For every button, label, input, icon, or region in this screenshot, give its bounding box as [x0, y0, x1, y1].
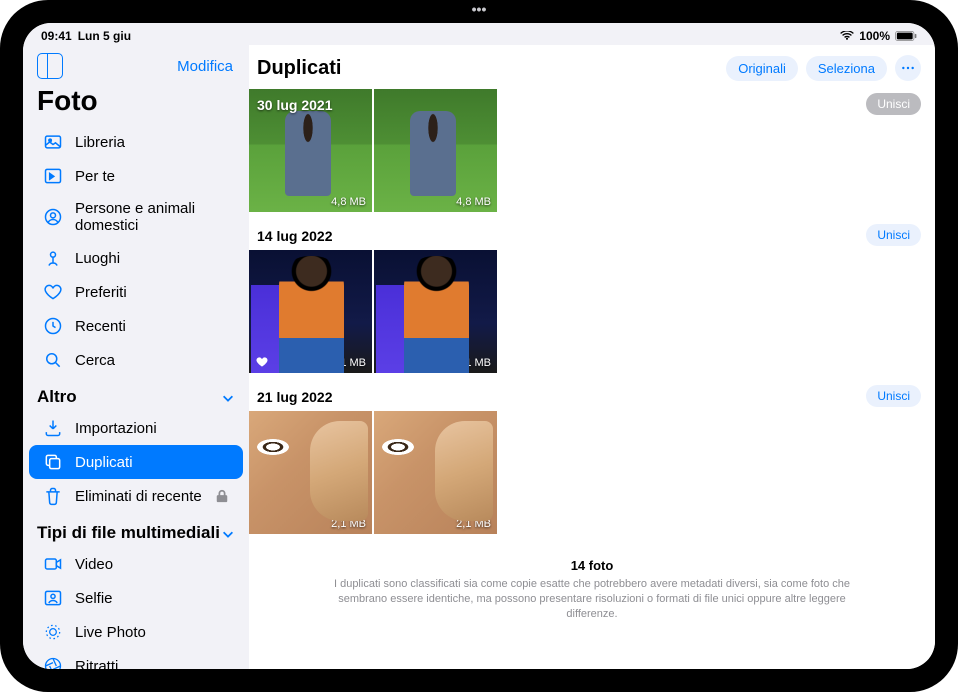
photo-library-icon [43, 132, 63, 152]
sidebar-item-video[interactable]: Video [29, 547, 243, 581]
sidebar-item-search[interactable]: Cerca [29, 343, 243, 377]
sidebar-item-label: Ritratti [75, 658, 118, 670]
for-you-icon [43, 166, 63, 186]
sidebar-item-selfie[interactable]: Selfie [29, 581, 243, 615]
merge-button[interactable]: Unisci [866, 93, 921, 115]
section-label: Altro [37, 387, 77, 407]
status-bar: 09:41 Lun 5 giu ••• 100% [23, 23, 935, 45]
sidebar-item-livephoto[interactable]: Live Photo [29, 615, 243, 649]
group-date: 21 lug 2022 [249, 381, 333, 411]
sidebar-item-recently-deleted[interactable]: Eliminati di recente [29, 479, 243, 513]
merge-button[interactable]: Unisci [866, 385, 921, 407]
clock-icon [43, 316, 63, 336]
file-size-label: 2,1 MB [456, 518, 491, 530]
sidebar-item-label: Libreria [75, 134, 125, 151]
selfie-icon [43, 588, 63, 608]
chevron-down-icon [221, 526, 235, 540]
download-icon [43, 418, 63, 438]
content-area: Duplicati Originali Seleziona 30 lug 202… [249, 45, 935, 669]
page-title: Duplicati [257, 57, 341, 80]
sidebar-item-label: Video [75, 556, 113, 573]
duplicates-description: I duplicati sono classificati sia come c… [329, 577, 855, 622]
sidebar-item-people-pets[interactable]: Persone e animali domestici [29, 193, 243, 241]
trash-icon [43, 486, 63, 506]
sidebar-item-label: Importazioni [75, 420, 157, 437]
sidebar-item-label: Persone e animali domestici [75, 200, 229, 234]
sidebar-item-label: Per te [75, 168, 115, 185]
favorite-heart-icon [255, 355, 269, 369]
status-time: 09:41 [41, 29, 72, 43]
more-options-button[interactable] [895, 55, 921, 81]
sidebar-item-label: Cerca [75, 352, 115, 369]
photo-thumbnail[interactable]: 1,1 MB [249, 250, 372, 373]
section-label: Tipi di file multimediali [37, 523, 220, 543]
group-date: 14 lug 2022 [249, 220, 333, 250]
photo-thumbnail[interactable]: 4,8 MB [374, 89, 497, 212]
lock-icon [215, 489, 229, 503]
file-size-label: 2,1 MB [331, 518, 366, 530]
sidebar-item-library[interactable]: Libreria [29, 125, 243, 159]
app-title: Foto [23, 85, 249, 125]
status-date: Lun 5 giu [78, 29, 131, 43]
sidebar-item-imports[interactable]: Importazioni [29, 411, 243, 445]
photo-thumbnail[interactable]: 2,1 MB [249, 411, 372, 534]
sidebar-item-favorites[interactable]: Preferiti [29, 275, 243, 309]
pin-icon [43, 248, 63, 268]
aperture-icon [43, 656, 63, 669]
livephoto-icon [43, 622, 63, 642]
video-icon [43, 554, 63, 574]
duplicates-icon [43, 452, 63, 472]
sidebar-item-label: Preferiti [75, 284, 127, 301]
search-icon [43, 350, 63, 370]
group-date: 30 lug 2021 [257, 97, 333, 113]
originals-button[interactable]: Originali [726, 56, 798, 81]
file-size-label: 1,1 MB [331, 357, 366, 369]
sidebar-item-recents[interactable]: Recenti [29, 309, 243, 343]
toggle-sidebar-button[interactable] [37, 53, 63, 79]
section-header-media-types[interactable]: Tipi di file multimediali [23, 513, 249, 547]
sidebar: Modifica Foto Libreria Per te Persone e … [23, 45, 249, 669]
file-size-label: 4,8 MB [456, 196, 491, 208]
file-size-label: 1,1 MB [456, 357, 491, 369]
chevron-down-icon [221, 390, 235, 404]
sidebar-item-label: Luoghi [75, 250, 120, 267]
sidebar-item-label: Recenti [75, 318, 126, 335]
sidebar-item-foryou[interactable]: Per te [29, 159, 243, 193]
sidebar-item-portraits[interactable]: Ritratti [29, 649, 243, 669]
duplicate-group: 14 lug 2022 Unisci 1,1 MB 1,1 MB [249, 220, 935, 373]
photo-thumbnail[interactable]: 2,1 MB [374, 411, 497, 534]
photo-count: 14 foto [329, 558, 855, 573]
sidebar-item-duplicates[interactable]: Duplicati [29, 445, 243, 479]
select-button[interactable]: Seleziona [806, 56, 887, 81]
file-size-label: 4,8 MB [331, 196, 366, 208]
person-circle-icon [43, 207, 63, 227]
sidebar-item-label: Selfie [75, 590, 113, 607]
sidebar-item-places[interactable]: Luoghi [29, 241, 243, 275]
heart-icon [43, 282, 63, 302]
battery-percent: 100% [859, 29, 890, 43]
merge-button[interactable]: Unisci [866, 224, 921, 246]
photo-thumbnail[interactable]: 1,1 MB [374, 250, 497, 373]
edit-sidebar-link[interactable]: Modifica [177, 58, 233, 75]
section-header-altro[interactable]: Altro [23, 377, 249, 411]
sidebar-item-label: Eliminati di recente [75, 488, 202, 505]
wifi-icon [840, 31, 854, 41]
sidebar-item-label: Duplicati [75, 454, 133, 471]
battery-icon [895, 31, 917, 41]
duplicate-group: 21 lug 2022 Unisci 2,1 MB 2,1 MB [249, 381, 935, 534]
sidebar-item-label: Live Photo [75, 624, 146, 641]
duplicate-group: 30 lug 2021 Unisci 4,8 MB 4,8 MB [249, 89, 935, 212]
